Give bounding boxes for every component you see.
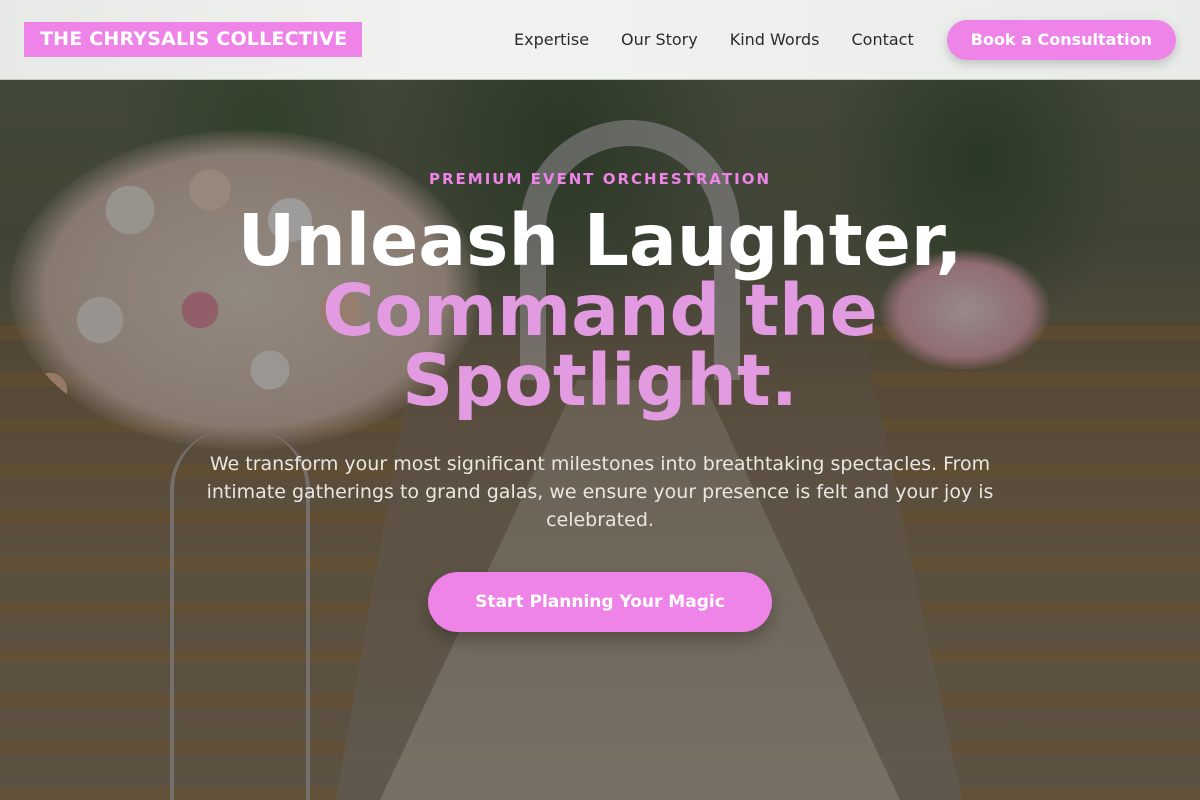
- hero-description: We transform your most significant miles…: [206, 453, 994, 531]
- hero-headline: Unleash Laughter, Command the Spotlight.: [0, 199, 1200, 422]
- start-planning-button[interactable]: Start Planning Your Magic: [428, 572, 772, 632]
- hero-eyebrow: PREMIUM EVENT ORCHESTRATION: [429, 170, 771, 188]
- headline-line-2: Command the: [322, 269, 878, 352]
- headline-line-3: Spotlight.: [402, 339, 798, 422]
- headline-line-1: Unleash Laughter,: [237, 199, 963, 282]
- hero-section: PREMIUM EVENT ORCHESTRATION Unleash Laug…: [0, 0, 1200, 800]
